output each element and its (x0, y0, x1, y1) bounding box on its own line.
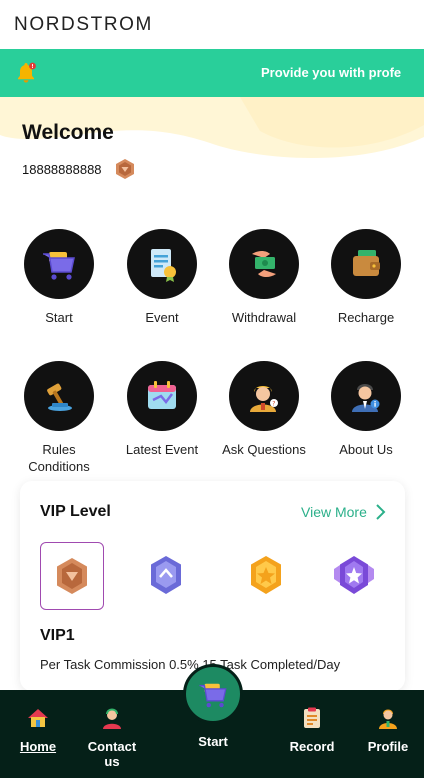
vip-badge-1[interactable] (40, 542, 104, 610)
menu-rules-conditions[interactable]: Rules Conditions (9, 361, 109, 475)
vip-badge-4[interactable] (322, 542, 386, 610)
bell-icon[interactable] (14, 61, 38, 85)
vip-level-card: VIP Level View More VIP1 Per Task Commis… (20, 481, 405, 691)
money-hand-icon (229, 229, 299, 299)
menu-label: Latest Event (125, 442, 199, 457)
profile-person-icon (379, 709, 397, 729)
menu-label: Rules Conditions (9, 441, 109, 475)
menu-label-line2: Conditions (28, 459, 90, 474)
vip-description: Per Task Commission 0.5%,15 Task Complet… (40, 657, 341, 672)
vip-title: VIP Level (40, 503, 111, 520)
top-bar: NORDSTROM (0, 0, 424, 49)
gold-badge-icon (251, 556, 281, 594)
home-icon (28, 709, 48, 727)
nav-label: Record (289, 739, 335, 754)
notice-bar: Provide you with profe (0, 49, 424, 97)
menu-ask-questions[interactable]: ? Ask Questions (214, 361, 314, 458)
menu-label: Withdrawal (231, 310, 297, 325)
chevron-right-icon[interactable] (374, 503, 386, 521)
record-clipboard-icon (304, 707, 320, 728)
nav-record[interactable]: Record (288, 706, 336, 754)
nav-start-label[interactable]: Start (183, 734, 243, 749)
menu-about-us[interactable]: About Us (316, 361, 416, 458)
menu-label: Start (45, 310, 73, 325)
vip-rank-badge-icon (116, 159, 134, 179)
menu-label: Event (145, 310, 179, 325)
contact-support-icon (103, 708, 121, 729)
bronze-badge-icon (57, 558, 87, 594)
menu-withdrawal[interactable]: Withdrawal (214, 229, 314, 326)
nav-profile[interactable]: Profile (366, 706, 410, 754)
gavel-icon (24, 361, 94, 431)
cart-icon (24, 229, 94, 299)
vip-badge-2[interactable] (134, 542, 198, 610)
wallet-icon (331, 229, 401, 299)
silver-badge-icon (151, 556, 181, 594)
vip-badge-3[interactable] (234, 542, 298, 610)
menu-label-line1: Rules (42, 442, 76, 457)
svg-text:?: ? (272, 401, 275, 408)
notice-text: Provide you with profe (261, 65, 402, 80)
nav-label: Profile (367, 739, 409, 754)
view-more-link[interactable]: View More (301, 504, 367, 520)
nav-home[interactable]: Home (18, 706, 58, 754)
menu-recharge[interactable]: Recharge (316, 229, 416, 326)
welcome-title: Welcome (22, 121, 114, 144)
purple-badge-icon (334, 556, 374, 594)
vip-current-level: VIP1 (40, 627, 75, 644)
menu-start[interactable]: Start (9, 229, 109, 326)
document-icon (127, 229, 197, 299)
menu-label: About Us (339, 442, 393, 457)
calendar-icon (127, 361, 197, 431)
nav-contact-us[interactable]: Contact us (80, 706, 144, 769)
nav-label: Home (19, 739, 57, 754)
menu-label: Ask Questions (222, 442, 306, 457)
menu-label: Recharge (337, 310, 395, 325)
notice-marquee: Provide you with profe (54, 49, 411, 97)
info-person-icon (331, 361, 401, 431)
menu-latest-event[interactable]: Latest Event (112, 361, 212, 458)
nav-label: Contact us (87, 739, 137, 769)
support-agent-icon: ? (229, 361, 299, 431)
cart-icon (199, 683, 227, 708)
menu-event[interactable]: Event (112, 229, 212, 326)
nav-start-button[interactable] (183, 664, 243, 724)
user-phone: 18888888888 (22, 162, 102, 177)
brand-logo: NORDSTROM (14, 14, 153, 35)
